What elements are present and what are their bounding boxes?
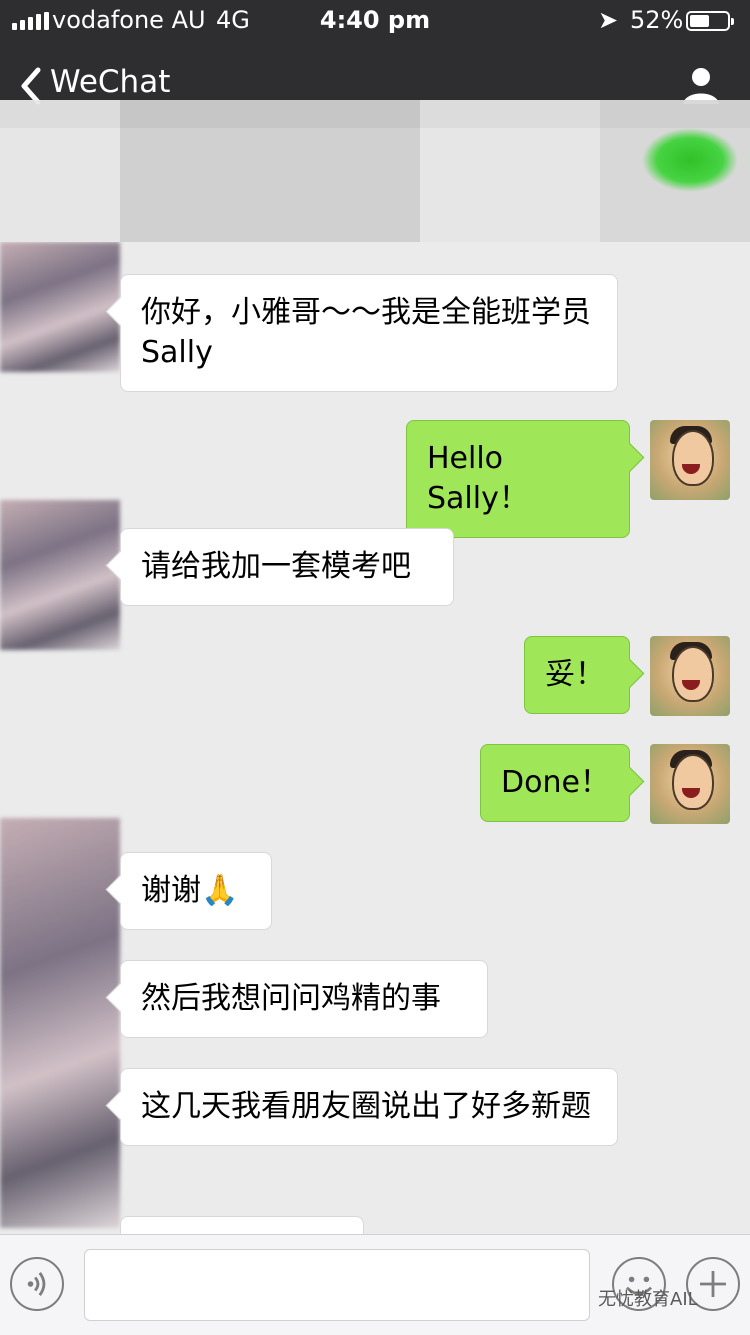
status-bar: vodafone AU 4G 4:40 pm ➤ 52% <box>0 0 750 42</box>
chat-area[interactable]: 你好，小雅哥～～我是全能班学员Sally Hello Sally！ 请给我加一套… <box>0 242 750 1234</box>
avatar-redacted <box>0 818 120 1228</box>
message-bubble-left-partial[interactable] <box>120 1216 364 1234</box>
message-bubble-left[interactable]: 然后我想问问鸡精的事 <box>120 960 488 1038</box>
redacted-scribble <box>0 100 750 242</box>
message-bubble-left[interactable]: 谢谢🙏 <box>120 852 272 930</box>
avatar-redacted <box>0 500 120 650</box>
avatar[interactable] <box>650 636 730 716</box>
battery-icon <box>686 11 734 31</box>
message-bubble-right[interactable]: 妥！ <box>524 636 630 714</box>
battery-percent: 52% <box>630 6 684 34</box>
message-bubble-left[interactable]: 这几天我看朋友圈说出了好多新题 <box>120 1068 618 1146</box>
avatar-redacted <box>0 242 120 372</box>
message-bubble-right[interactable]: Done！ <box>480 744 630 822</box>
avatar[interactable] <box>650 744 730 824</box>
avatar[interactable] <box>650 420 730 500</box>
voice-icon[interactable] <box>10 1257 64 1311</box>
watermark: 无忧教育AIL <box>598 1289 698 1310</box>
message-input[interactable] <box>84 1249 590 1321</box>
message-bubble-left[interactable]: 请给我加一套模考吧 <box>120 528 454 606</box>
message-bubble-left[interactable]: 你好，小雅哥～～我是全能班学员Sally <box>120 274 618 392</box>
location-arrow-icon: ➤ <box>598 6 619 34</box>
input-bar: 无忧教育AIL <box>0 1234 750 1335</box>
back-button-label[interactable]: WeChat <box>50 64 170 100</box>
message-bubble-right[interactable]: Hello Sally！ <box>406 420 630 538</box>
